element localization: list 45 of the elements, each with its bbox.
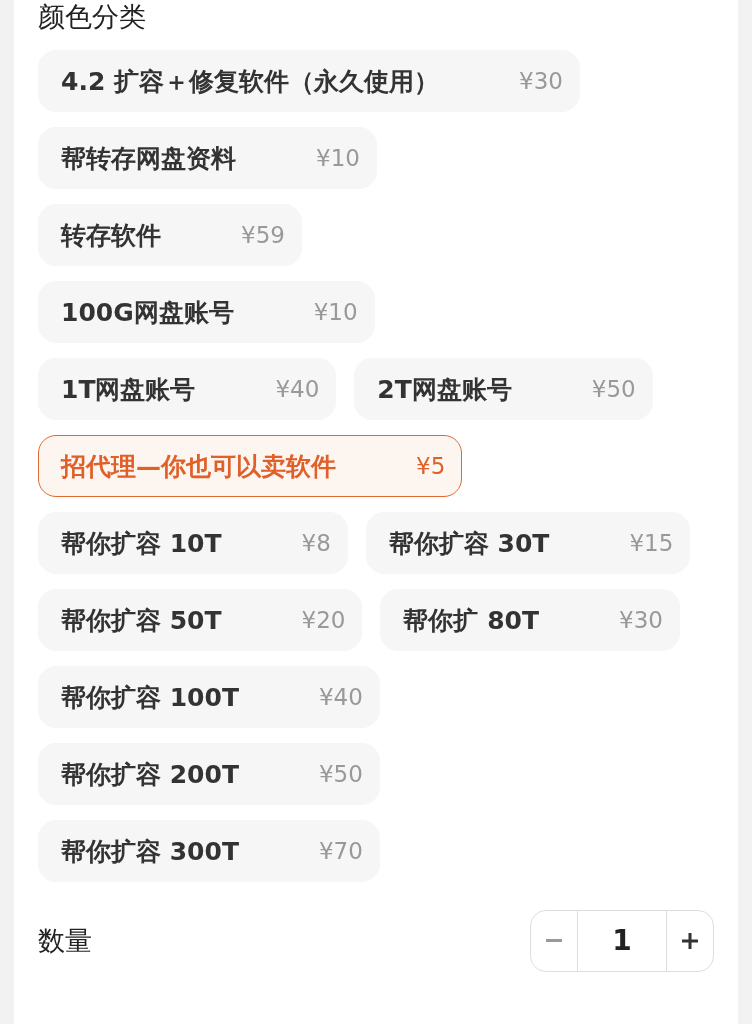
option-chip[interactable]: 帮转存网盘资料 ¥10: [38, 127, 377, 189]
option-label: 转存软件: [61, 219, 161, 252]
option-price: ¥40: [275, 376, 320, 402]
option-label: 100G网盘账号: [61, 296, 234, 329]
option-chip[interactable]: 帮你扩容 10T ¥8: [38, 512, 348, 574]
option-chip[interactable]: 转存软件 ¥59: [38, 204, 302, 266]
option-chip[interactable]: 帮你扩容 300T ¥70: [38, 820, 380, 882]
option-label: 帮转存网盘资料: [61, 142, 236, 175]
option-chip[interactable]: 帮你扩容 100T ¥40: [38, 666, 380, 728]
option-price: ¥30: [619, 607, 663, 633]
option-label: 帮你扩容 10T: [61, 527, 222, 560]
option-chip[interactable]: 帮你扩 80T ¥30: [380, 589, 680, 651]
option-chip[interactable]: 100G网盘账号 ¥10: [38, 281, 375, 343]
option-chip[interactable]: 2T网盘账号 ¥50: [354, 358, 653, 420]
option-price: ¥30: [519, 68, 563, 94]
option-price: ¥59: [241, 222, 285, 248]
option-price: ¥50: [591, 376, 636, 402]
option-price: ¥10: [313, 299, 358, 325]
option-label: 2T网盘账号: [377, 373, 512, 406]
option-chip[interactable]: 1T网盘账号 ¥40: [38, 358, 337, 420]
option-label: 4.2 扩容＋修复软件（永久使用）: [61, 65, 439, 98]
option-label: 帮你扩容 50T: [61, 604, 222, 637]
option-price: ¥5: [416, 453, 446, 479]
quantity-stepper[interactable]: 1: [530, 910, 714, 972]
option-label: 帮你扩容 200T: [61, 758, 239, 791]
option-chip[interactable]: 帮你扩容 50T ¥20: [38, 589, 363, 651]
option-price: ¥15: [629, 530, 674, 556]
option-label: 帮你扩 80T: [403, 604, 539, 637]
section-title: 颜色分类: [38, 0, 147, 34]
quantity-value: 1: [577, 911, 667, 971]
option-price: ¥70: [318, 838, 363, 864]
option-price: ¥50: [318, 761, 363, 787]
option-label: 帮你扩容 100T: [61, 681, 239, 714]
option-label: 招代理—你也可以卖软件: [61, 450, 336, 483]
option-price: ¥40: [318, 684, 363, 710]
option-chip[interactable]: 帮你扩容 30T ¥15: [365, 512, 691, 574]
option-label: 1T网盘账号: [61, 373, 196, 406]
option-price: ¥8: [301, 530, 331, 556]
option-chip[interactable]: 4.2 扩容＋修复软件（永久使用） ¥30: [38, 50, 580, 112]
option-label: 帮你扩容 30T: [388, 527, 550, 560]
option-price: ¥20: [301, 607, 346, 633]
option-price: ¥10: [316, 145, 360, 171]
option-chip[interactable]: 帮你扩容 200T ¥50: [38, 743, 380, 805]
option-label: 帮你扩容 300T: [61, 835, 239, 868]
quantity-label: 数量: [38, 924, 92, 958]
